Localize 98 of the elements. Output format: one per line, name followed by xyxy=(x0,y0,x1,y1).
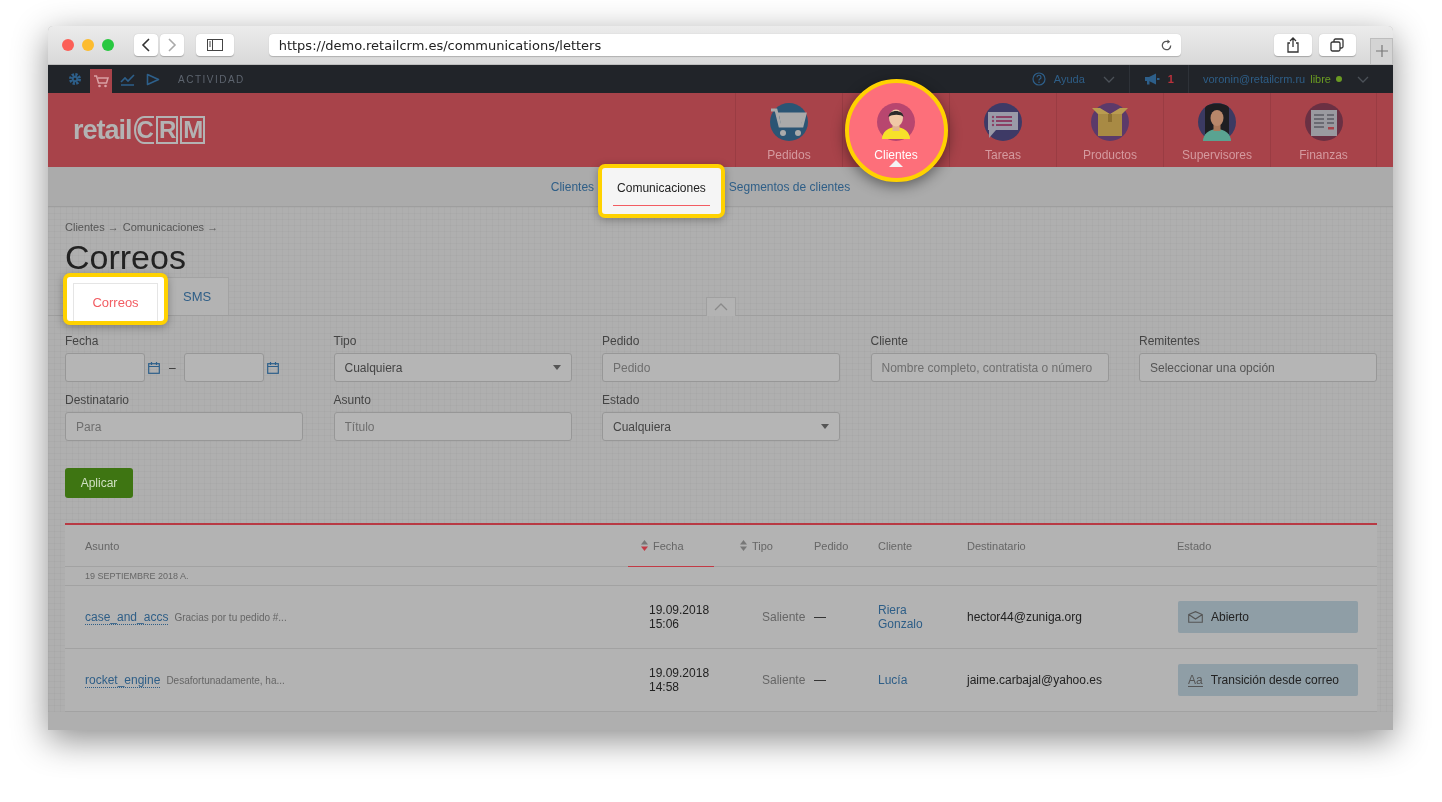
range-separator: – xyxy=(169,360,176,375)
forward-icon[interactable] xyxy=(167,38,177,52)
plus-icon[interactable] xyxy=(1375,45,1388,57)
reload-icon[interactable] xyxy=(1159,38,1173,52)
date-field[interactable] xyxy=(65,353,145,382)
sidebar-icon[interactable] xyxy=(206,39,223,51)
cart-icon[interactable] xyxy=(90,69,112,93)
filter-label: Pedido xyxy=(602,334,641,348)
status-badge: Abierto xyxy=(1178,601,1358,633)
subnav-link[interactable]: Comunicaciones xyxy=(613,175,710,206)
column-header[interactable]: Fecha xyxy=(628,525,714,567)
user-email[interactable]: voronin@retailcrm.ru xyxy=(1202,73,1306,85)
megaphone-icon[interactable] xyxy=(1143,73,1160,85)
column-header: Destinatario xyxy=(966,538,1026,554)
column-header: Estado xyxy=(1176,538,1212,554)
module-tab[interactable]: Supervisores xyxy=(1163,93,1270,167)
client-link[interactable]: Lucía xyxy=(858,649,938,711)
recipient-cell-text: jaime.carbajal@yahoo.es xyxy=(965,672,1102,689)
module-tab[interactable]: Finanzas xyxy=(1270,93,1377,167)
subnav-link[interactable]: Clientes xyxy=(546,179,599,194)
envelope-icon xyxy=(1188,611,1203,623)
status-badge: Aa Transición desde correo xyxy=(1178,664,1358,696)
subnav-link[interactable]: Segmentos de clientes xyxy=(724,179,855,194)
caret-icon[interactable] xyxy=(1102,75,1115,83)
recipient-cell-text: hector44@zuniga.org xyxy=(966,609,1082,626)
date-field[interactable] xyxy=(183,353,264,382)
module-tab[interactable]: Pedidos xyxy=(735,93,842,167)
filter-label: Tipo xyxy=(333,334,358,348)
text-field[interactable]: Título xyxy=(333,412,572,441)
filter-label: Fecha xyxy=(65,334,100,348)
breadcrumb-link[interactable]: Clientes → xyxy=(65,221,119,233)
column-header: Cliente xyxy=(877,538,913,554)
chevron-up-icon[interactable] xyxy=(714,303,728,311)
sort-icon[interactable] xyxy=(641,540,648,551)
pointer-icon xyxy=(889,160,903,167)
apply-button[interactable]: Aplicar xyxy=(65,468,133,498)
filter-label: Destinatario xyxy=(65,393,131,407)
filter-label: Remitentes xyxy=(1139,334,1201,348)
module-tab[interactable]: Productos xyxy=(1056,93,1163,167)
template-link[interactable]: case_and_accs xyxy=(85,609,169,625)
column-header: Pedido xyxy=(813,538,849,554)
select-field[interactable]: Seleccionar una opción xyxy=(1139,353,1377,382)
tabs-button[interactable] xyxy=(1318,34,1357,56)
section-label: ACTIVIDAD xyxy=(178,73,245,85)
tab[interactable]: Correos xyxy=(73,283,158,321)
new-tab-button[interactable] xyxy=(1370,37,1393,65)
maximize-icon[interactable] xyxy=(102,39,114,51)
filter-label: Estado xyxy=(602,393,641,407)
tabs-icon[interactable] xyxy=(1330,38,1345,52)
help-link[interactable]: Ayuda xyxy=(1053,73,1085,85)
module-tab[interactable]: Tareas xyxy=(949,93,1056,167)
back-button[interactable] xyxy=(134,34,158,56)
sidebar-button[interactable] xyxy=(196,34,234,56)
address-bar[interactable]: https://demo.retailcrm.es/communications/letters xyxy=(268,34,1181,56)
person-icon xyxy=(1197,102,1237,142)
help-icon[interactable] xyxy=(1031,72,1046,86)
text-field[interactable]: Nombre completo, contratista o número xyxy=(870,353,1109,382)
logo[interactable]: retail C R M xyxy=(73,114,206,146)
document-icon xyxy=(1303,102,1344,142)
caret-icon[interactable] xyxy=(552,365,561,370)
select-field[interactable]: Cualquiera xyxy=(602,412,840,441)
sort-icon[interactable] xyxy=(740,540,747,551)
column-header: Asunto xyxy=(84,538,120,554)
person-icon xyxy=(876,102,916,142)
share-button[interactable] xyxy=(1273,34,1312,56)
column-header[interactable]: Tipo xyxy=(720,525,773,566)
select-field[interactable]: Cualquiera xyxy=(333,353,572,382)
back-icon[interactable] xyxy=(141,38,151,52)
status-label: libre xyxy=(1310,73,1331,85)
group-heading: 19 SEPTIEMBRE 2018 A. xyxy=(65,567,1377,586)
breadcrumb-link[interactable]: Comunicaciones → xyxy=(122,221,219,233)
type-cell-text: Saliente xyxy=(761,609,806,626)
box-icon xyxy=(1090,102,1130,142)
share-icon[interactable] xyxy=(1285,37,1300,53)
close-icon[interactable] xyxy=(62,39,74,51)
calendar-icon[interactable] xyxy=(148,361,160,374)
status-dot xyxy=(1336,76,1342,82)
date-cell-text: 19.09.2018 14:58 xyxy=(648,665,710,696)
minimize-icon[interactable] xyxy=(82,39,94,51)
caret-icon[interactable] xyxy=(1357,75,1369,83)
message-preview: Desafortunadamente, ha... xyxy=(166,674,285,686)
type-cell-text: Saliente xyxy=(761,672,806,689)
date-cell-text: 19.09.2018 15:06 xyxy=(648,602,710,633)
tab[interactable]: SMS xyxy=(165,277,230,315)
collapse-button[interactable] xyxy=(706,297,736,316)
client-link[interactable]: Riera Gonzalo xyxy=(858,586,938,648)
notification-count[interactable]: 1 xyxy=(1167,73,1174,85)
text-field[interactable]: Para xyxy=(65,412,303,441)
filter-label: Asunto xyxy=(333,393,372,407)
filter-label: Cliente xyxy=(870,334,909,348)
message-preview: Gracias por tu pedido #... xyxy=(174,611,287,623)
caret-icon[interactable] xyxy=(821,424,829,429)
calendar-icon[interactable] xyxy=(266,361,279,374)
page-title: Correos xyxy=(65,237,187,277)
cart-icon xyxy=(769,102,809,142)
text-field[interactable]: Pedido xyxy=(602,353,840,382)
template-link[interactable]: rocket_engine xyxy=(85,672,161,688)
list-icon xyxy=(983,102,1023,142)
